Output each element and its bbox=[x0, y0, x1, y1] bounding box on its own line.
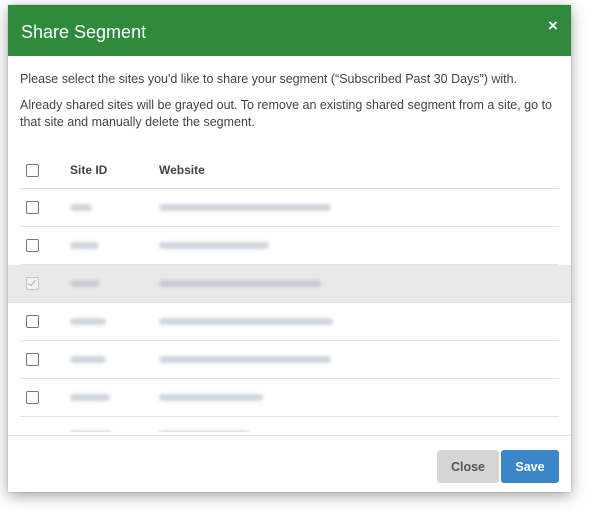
column-header-site-id: Site ID bbox=[70, 163, 108, 177]
sites-table[interactable]: Site ID Website bbox=[8, 152, 571, 432]
table-row[interactable] bbox=[20, 379, 559, 417]
intro-text-shared-note: Already shared sites will be grayed out.… bbox=[20, 98, 552, 129]
table-row-shared bbox=[8, 265, 571, 303]
table-row[interactable] bbox=[20, 189, 559, 227]
website-cell bbox=[159, 394, 263, 401]
close-button[interactable]: Close bbox=[437, 450, 499, 483]
website-cell bbox=[159, 204, 331, 211]
site-checkbox[interactable] bbox=[26, 315, 39, 328]
save-button[interactable]: Save bbox=[501, 450, 559, 483]
close-icon[interactable]: × bbox=[544, 17, 562, 35]
site-checkbox-disabled bbox=[26, 277, 39, 290]
table-header-row: Site ID Website bbox=[20, 152, 559, 189]
site-checkbox[interactable] bbox=[26, 391, 39, 404]
select-all-checkbox[interactable] bbox=[26, 164, 39, 177]
website-cell bbox=[159, 242, 269, 249]
intro-text-select: Please select the sites you'd like to sh… bbox=[20, 72, 518, 86]
site-id-cell bbox=[70, 280, 100, 287]
column-header-website: Website bbox=[159, 163, 205, 177]
site-id-cell bbox=[70, 242, 99, 249]
site-id-cell bbox=[70, 204, 92, 211]
website-cell bbox=[159, 431, 249, 432]
site-checkbox[interactable] bbox=[26, 353, 39, 366]
site-id-cell bbox=[70, 318, 106, 325]
website-cell bbox=[159, 280, 321, 287]
table-row[interactable] bbox=[20, 341, 559, 379]
table-row[interactable] bbox=[20, 227, 559, 265]
site-id-cell bbox=[70, 394, 110, 401]
share-segment-dialog: Share Segment × Please select the sites … bbox=[8, 5, 571, 492]
table-row[interactable] bbox=[20, 303, 559, 341]
site-checkbox[interactable] bbox=[26, 201, 39, 214]
site-checkbox[interactable] bbox=[26, 239, 39, 252]
website-cell bbox=[159, 318, 333, 325]
dialog-intro: Please select the sites you'd like to sh… bbox=[20, 71, 565, 140]
site-id-cell bbox=[70, 356, 106, 363]
dialog-title: Share Segment bbox=[21, 22, 147, 42]
dialog-footer: Close Save bbox=[8, 435, 571, 492]
site-id-cell bbox=[70, 431, 112, 432]
dialog-header: Share Segment × bbox=[8, 5, 571, 56]
website-cell bbox=[159, 356, 331, 363]
table-row-partial bbox=[20, 417, 559, 432]
